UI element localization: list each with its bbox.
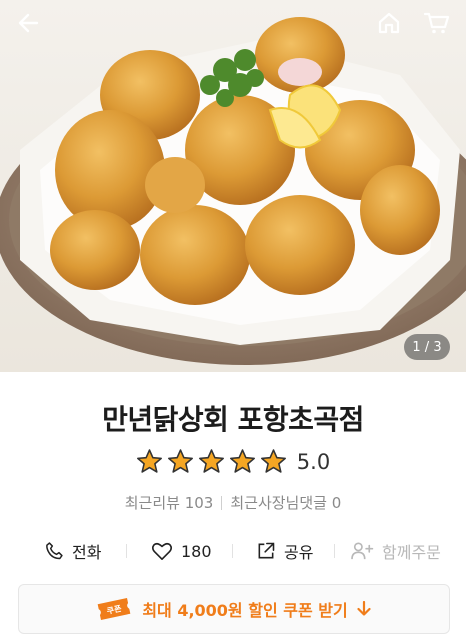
coupon-ticket-icon: 쿠폰 [97, 598, 131, 620]
share-button[interactable]: 공유 [256, 539, 313, 563]
action-divider [126, 544, 127, 558]
phone-icon [46, 542, 63, 560]
group-order-button[interactable]: 함께주문 [350, 539, 441, 563]
rating-value: 5.0 [296, 449, 331, 474]
star-icon [260, 449, 286, 473]
coupon-download-button[interactable]: 쿠폰 최대 4,000원 할인 쿠폰 받기 [18, 584, 450, 634]
call-label: 전화 [72, 543, 102, 562]
like-button[interactable]: 180 [151, 541, 212, 561]
home-button[interactable] [372, 6, 406, 40]
cart-button[interactable] [420, 6, 454, 40]
review-meta: 최근리뷰 103 최근사장님댓글 0 [0, 492, 466, 513]
recent-reviews-link[interactable]: 최근리뷰 103 [125, 492, 214, 513]
share-label: 공유 [284, 543, 314, 562]
star-icon [167, 449, 193, 473]
coupon-text: 최대 4,000원 할인 쿠폰 받기 [142, 601, 348, 620]
share-icon [258, 542, 275, 559]
action-bar: 전화 180 공유 함께주문 [0, 536, 466, 566]
back-button[interactable] [12, 6, 46, 40]
arrow-left-icon [18, 13, 39, 33]
rating-row: 5.0 [0, 448, 466, 475]
fried-chicken-photo [0, 17, 466, 365]
like-count: 180 [181, 541, 212, 561]
add-person-icon [351, 542, 374, 560]
meta-divider [221, 495, 223, 510]
heart-icon [151, 542, 173, 560]
star-rating [136, 448, 287, 475]
shop-name: 만년닭상회 포항초곡점 [102, 403, 364, 436]
cart-icon [424, 12, 450, 34]
image-pager: 1 / 3 [404, 334, 450, 360]
star-icon [136, 449, 162, 473]
owner-replies-link[interactable]: 최근사장님댓글 0 [230, 492, 341, 513]
star-icon [198, 449, 224, 473]
home-icon [378, 12, 400, 34]
download-arrow-icon [357, 601, 371, 616]
call-button[interactable]: 전화 [44, 539, 101, 563]
action-divider [334, 544, 335, 558]
star-icon [229, 449, 255, 473]
group-order-label: 함께주문 [382, 543, 441, 562]
hero-image-carousel[interactable]: 1 / 3 [0, 0, 466, 372]
action-divider [232, 544, 233, 558]
